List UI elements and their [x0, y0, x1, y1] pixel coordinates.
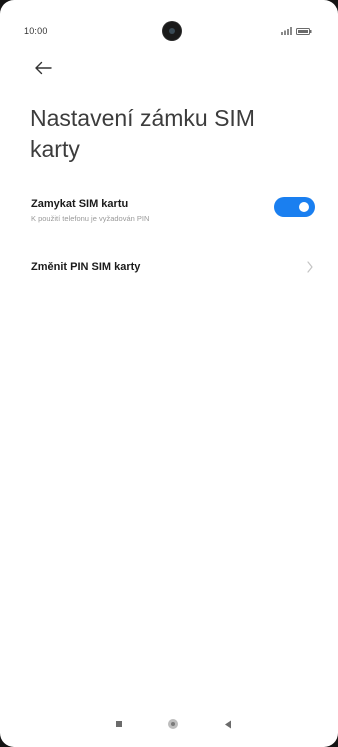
chevron-right-icon	[307, 261, 313, 273]
recents-button[interactable]	[107, 712, 131, 736]
back-triangle-icon	[225, 720, 231, 728]
back-button[interactable]	[30, 56, 56, 80]
page-title: Nastavení zámku SIM karty	[30, 105, 255, 162]
arrow-left-icon	[35, 61, 52, 75]
nav-back-button[interactable]	[216, 712, 240, 736]
setting-lock-sim-card[interactable]: Zamykat SIM kartu K použití telefonu je …	[0, 192, 338, 238]
setting-lock-sim-subtitle: K použití telefonu je vyžadován PIN	[31, 214, 150, 223]
lock-sim-toggle[interactable]	[274, 197, 315, 217]
battery-icon	[296, 28, 312, 35]
recents-icon	[116, 721, 122, 727]
home-button[interactable]	[161, 712, 185, 736]
home-icon	[168, 719, 178, 729]
setting-lock-sim-title: Zamykat SIM kartu	[31, 198, 129, 210]
status-bar: 10:00	[0, 0, 338, 50]
signal-icon	[281, 27, 292, 35]
setting-change-sim-pin[interactable]: Změnit PIN SIM karty	[0, 250, 338, 284]
navigation-bar	[0, 712, 338, 747]
toggle-knob	[299, 202, 309, 212]
setting-change-pin-title: Změnit PIN SIM karty	[31, 261, 141, 273]
status-time: 10:00	[24, 26, 48, 36]
camera-icon	[163, 22, 181, 40]
